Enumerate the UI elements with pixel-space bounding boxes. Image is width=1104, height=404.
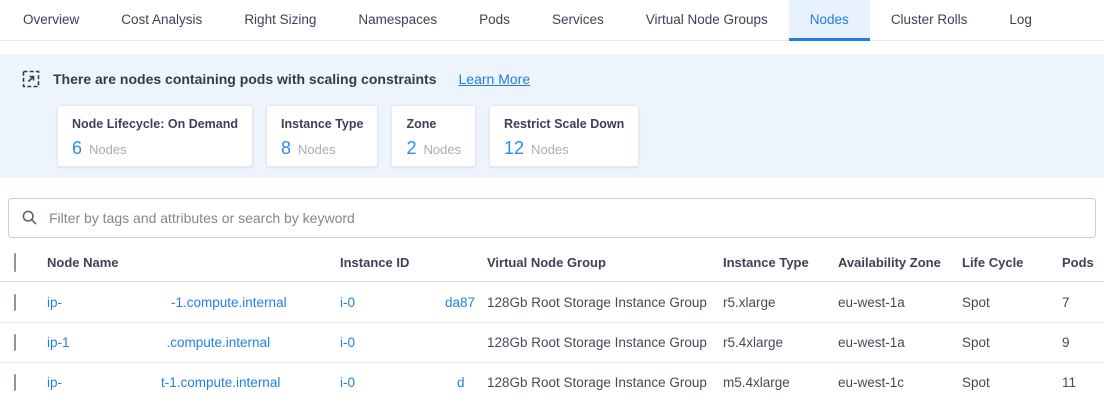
tab-virtual-node-groups[interactable]: Virtual Node Groups [625, 0, 789, 41]
table-header-row: Node Name Instance ID Virtual Node Group… [0, 244, 1104, 282]
availability-zone-cell: eu-west-1a [838, 295, 962, 310]
card-count: 12 [504, 138, 524, 159]
nodes-table: Node Name Instance ID Virtual Node Group… [0, 244, 1104, 402]
card-title: Zone [406, 117, 461, 131]
tab-pods[interactable]: Pods [458, 0, 531, 41]
card-unit: Nodes [423, 142, 461, 157]
tab-log[interactable]: Log [988, 0, 1053, 41]
node-name-link[interactable]: ip-1.compute.internal [47, 335, 270, 350]
card-unit: Nodes [531, 142, 569, 157]
tab-overview[interactable]: Overview [2, 0, 100, 41]
col-life-cycle: Life Cycle [962, 255, 1062, 270]
redacted-text [355, 302, 445, 303]
card-title: Restrict Scale Down [504, 117, 624, 131]
scaling-constraints-banner: There are nodes containing pods with sca… [0, 54, 1104, 178]
search-icon [21, 209, 39, 227]
tab-bar: Overview Cost Analysis Right Sizing Name… [0, 0, 1104, 41]
search-input[interactable] [49, 210, 1083, 226]
card-count: 8 [281, 138, 291, 159]
node-name-link[interactable]: ip--1.compute.internal [47, 295, 287, 310]
life-cycle-cell: Spot [962, 295, 1062, 310]
col-instance-id: Instance ID [340, 255, 487, 270]
instance-id-link[interactable]: i-0 [340, 335, 475, 350]
col-virtual-node-group: Virtual Node Group [487, 255, 723, 270]
instance-type-cell: m5.4xlarge [723, 375, 838, 390]
instance-type-cell: r5.4xlarge [723, 335, 838, 350]
row-checkbox[interactable] [14, 374, 16, 391]
table-row: ip-t-1.compute.internal i-0d 128Gb Root … [0, 362, 1104, 402]
tab-cluster-rolls[interactable]: Cluster Rolls [870, 0, 989, 41]
card-instance-type[interactable]: Instance Type 8 Nodes [266, 105, 378, 167]
redacted-text [70, 342, 167, 343]
availability-zone-cell: eu-west-1c [838, 375, 962, 390]
learn-more-link[interactable]: Learn More [459, 71, 531, 87]
card-node-lifecycle-on-demand[interactable]: Node Lifecycle: On Demand 6 Nodes [57, 105, 253, 167]
card-title: Node Lifecycle: On Demand [72, 117, 238, 131]
row-checkbox[interactable] [14, 334, 16, 351]
constraint-cards: Node Lifecycle: On Demand 6 Nodes Instan… [57, 105, 1104, 167]
redacted-text [355, 382, 457, 383]
col-node-name: Node Name [47, 255, 340, 270]
virtual-node-group-cell: 128Gb Root Storage Instance Group [487, 375, 723, 390]
virtual-node-group-cell: 128Gb Root Storage Instance Group [487, 335, 723, 350]
card-unit: Nodes [298, 142, 336, 157]
col-pods: Pods [1062, 255, 1104, 270]
col-instance-type: Instance Type [723, 255, 838, 270]
instance-id-link[interactable]: i-0da87 [340, 295, 475, 310]
table-row: ip-1.compute.internal i-0 128Gb Root Sto… [0, 322, 1104, 362]
pods-cell: 11 [1062, 375, 1104, 390]
card-count: 2 [406, 138, 416, 159]
pods-cell: 9 [1062, 335, 1104, 350]
tab-cost-analysis[interactable]: Cost Analysis [100, 0, 223, 41]
card-unit: Nodes [89, 142, 127, 157]
banner-message: There are nodes containing pods with sca… [53, 71, 437, 87]
redacted-text [62, 382, 161, 383]
life-cycle-cell: Spot [962, 375, 1062, 390]
card-title: Instance Type [281, 117, 363, 131]
select-all-checkbox[interactable] [14, 253, 16, 272]
virtual-node-group-cell: 128Gb Root Storage Instance Group [487, 295, 723, 310]
availability-zone-cell: eu-west-1a [838, 335, 962, 350]
scale-out-icon [22, 70, 40, 88]
instance-type-cell: r5.xlarge [723, 295, 838, 310]
col-availability-zone: Availability Zone [838, 255, 962, 270]
row-checkbox[interactable] [14, 294, 16, 311]
table-row: ip--1.compute.internal i-0da87 128Gb Roo… [0, 282, 1104, 322]
tab-services[interactable]: Services [531, 0, 625, 41]
filter-search-bar [8, 198, 1096, 238]
tab-nodes[interactable]: Nodes [789, 0, 870, 41]
node-name-link[interactable]: ip-t-1.compute.internal [47, 375, 280, 390]
card-count: 6 [72, 138, 82, 159]
card-zone[interactable]: Zone 2 Nodes [391, 105, 476, 167]
tab-right-sizing[interactable]: Right Sizing [223, 0, 337, 41]
instance-id-link[interactable]: i-0d [340, 375, 465, 390]
redacted-text [62, 302, 171, 303]
redacted-text [355, 342, 475, 343]
life-cycle-cell: Spot [962, 335, 1062, 350]
pods-cell: 7 [1062, 295, 1104, 310]
tab-namespaces[interactable]: Namespaces [337, 0, 458, 41]
card-restrict-scale-down[interactable]: Restrict Scale Down 12 Nodes [489, 105, 639, 167]
